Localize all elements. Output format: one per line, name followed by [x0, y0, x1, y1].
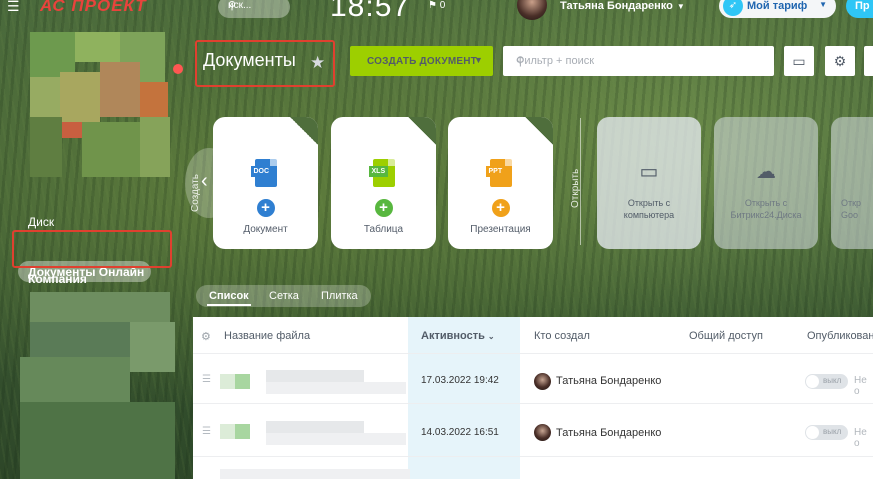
file-icon	[235, 374, 250, 389]
create-table-tile[interactable]: XLS + Таблица	[331, 117, 436, 249]
rocket-icon: ➶	[723, 0, 743, 16]
divider	[580, 118, 581, 245]
upgrade-button[interactable]: Пр	[846, 0, 873, 18]
tab-tiles[interactable]: Плитка	[321, 290, 358, 302]
chevron-down-icon: ▼	[819, 0, 827, 9]
creator-name[interactable]: Татьяна Бондаренко	[556, 375, 661, 387]
tab-list[interactable]: Список	[207, 290, 251, 306]
column-header-name[interactable]: Название файла	[224, 330, 310, 342]
chevron-down-icon: ▼	[474, 55, 484, 65]
published-status: Не о	[854, 427, 867, 449]
sidebar-item-disk[interactable]: Диск	[28, 215, 54, 229]
plus-icon: +	[374, 199, 393, 217]
create-presentation-tile[interactable]: PPT + Презентация	[448, 117, 553, 249]
search-icon: ⚲	[228, 0, 237, 12]
blurred-block	[62, 122, 82, 138]
top-bar: ☰ АС ПРОЕКТ иск... ⚲ 18:57 ⚑ 0 Татьяна Б…	[0, 0, 873, 23]
xls-file-icon: XLS	[368, 159, 395, 187]
blurred-block	[30, 292, 170, 322]
sidebar-item-company[interactable]: Компания	[28, 272, 87, 286]
activity-date: 17.03.2022 19:42	[421, 375, 499, 386]
blurred-block	[140, 117, 170, 177]
drag-handle-icon[interactable]: ☰	[202, 426, 211, 437]
plus-icon: +	[491, 199, 510, 217]
chevron-down-icon: ▼	[676, 2, 685, 11]
chevron-down-icon: ⌄	[487, 332, 495, 341]
chevron-left-icon: ‹	[201, 170, 208, 192]
notification-dot	[173, 64, 183, 74]
column-header-creator[interactable]: Кто создал	[534, 330, 590, 342]
highlight-box	[12, 230, 172, 268]
blurred-block	[30, 322, 130, 357]
blurred-block	[30, 117, 62, 177]
publish-toggle[interactable]: выкл	[805, 374, 848, 389]
column-header-sharing[interactable]: Общий доступ	[689, 330, 763, 342]
publish-toggle[interactable]: выкл	[805, 425, 848, 440]
user-menu[interactable]: Татьяна Бондаренко ▼	[560, 0, 685, 12]
blurred-filename	[266, 370, 364, 382]
menu-icon[interactable]: ☰	[7, 0, 21, 14]
blurred-block	[130, 322, 175, 372]
table-row[interactable]	[220, 469, 410, 479]
avatar[interactable]	[517, 0, 547, 20]
my-tariff-button[interactable]: ➶ Мой тариф ▼	[719, 0, 836, 18]
hard-drive-icon: ▭	[639, 161, 659, 183]
create-document-tile[interactable]: DOC + Документ	[213, 117, 318, 249]
avatar	[534, 373, 551, 390]
plus-icon: +	[256, 199, 275, 217]
cloud-upload-icon: ☁	[756, 161, 776, 183]
gear-icon[interactable]: ⚙	[201, 330, 211, 343]
blurred-block	[140, 82, 168, 117]
creator-name[interactable]: Татьяна Бондаренко	[556, 427, 661, 439]
tab-grid[interactable]: Сетка	[269, 290, 299, 302]
doc-file-icon: DOC	[250, 159, 277, 187]
published-status: Не о	[854, 375, 867, 397]
blurred-block	[100, 62, 140, 117]
file-icon	[235, 424, 250, 439]
blurred-block	[82, 122, 140, 177]
blurred-block	[75, 32, 120, 62]
create-section-label: Создать	[190, 173, 201, 212]
avatar	[534, 424, 551, 441]
blurred-block	[20, 357, 130, 402]
clock: 18:57	[330, 0, 411, 23]
drag-handle-icon[interactable]: ☰	[202, 374, 211, 385]
search-icon: ⚲	[516, 54, 525, 68]
column-header-activity[interactable]: Активность ⌄	[421, 330, 495, 342]
blurred-block	[30, 77, 60, 117]
left-sidebar: Диск Документы Онлайн Компания	[0, 22, 189, 479]
open-from-google-tile[interactable]: Откр Goo	[831, 117, 873, 249]
highlight-box	[195, 40, 335, 87]
column-header-published[interactable]: Опубликован	[807, 330, 873, 342]
blurred-block	[20, 402, 175, 479]
filter-search-input[interactable]: Фильтр + поиск ⚲	[503, 46, 774, 76]
more-button[interactable]	[864, 46, 873, 76]
view-tabs: Список Сетка Плитка	[196, 285, 371, 307]
activity-date: 14.03.2022 16:51	[421, 427, 499, 438]
search-input[interactable]: иск... ⚲	[218, 0, 290, 18]
create-document-button[interactable]: СОЗДАТЬ ДОКУМЕНТ ▼	[350, 46, 493, 76]
documents-table: ⚙ Название файла Активность ⌄ Кто создал…	[193, 317, 873, 479]
open-from-disk-tile[interactable]: ☁ Открыть с Битрикс24.Диска	[714, 117, 818, 249]
blurred-block	[60, 72, 100, 122]
gear-icon[interactable]: ⚙	[825, 46, 855, 76]
blurred-block	[30, 32, 75, 77]
blurred-filename	[266, 421, 364, 433]
company-logo: АС ПРОЕКТ	[40, 0, 147, 15]
open-from-computer-tile[interactable]: ▭ Открыть с компьютера	[597, 117, 701, 249]
notifications-counter[interactable]: ⚑ 0	[428, 0, 445, 11]
ppt-file-icon: PPT	[485, 159, 512, 187]
storage-icon[interactable]: ▭	[784, 46, 814, 76]
